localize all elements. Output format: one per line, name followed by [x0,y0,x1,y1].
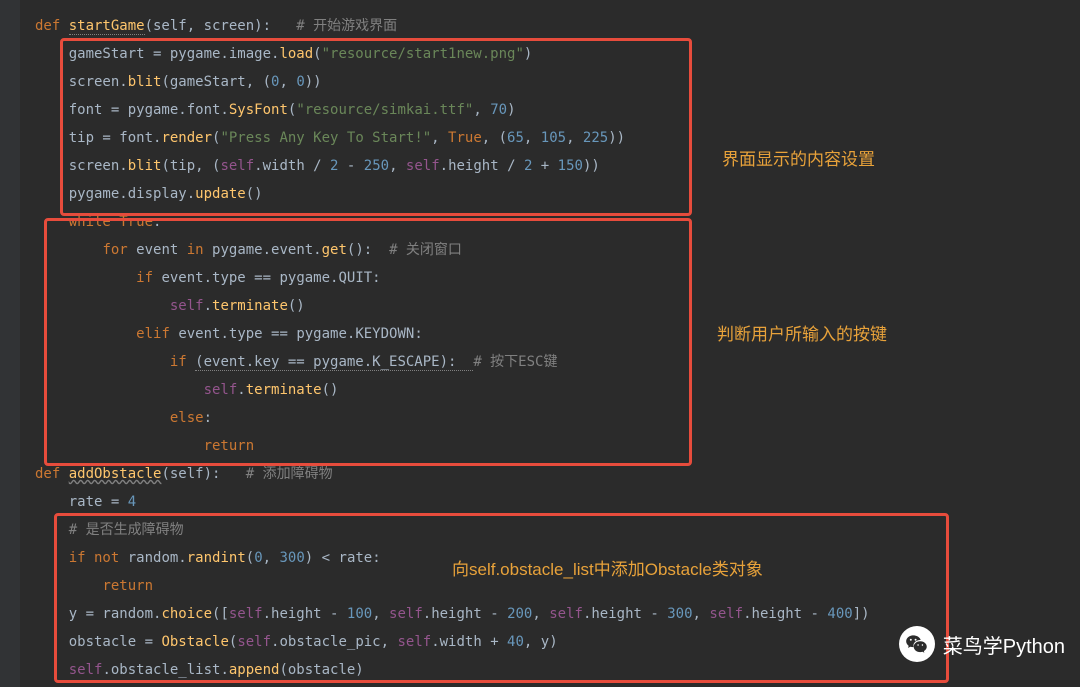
code-line: if event.type == pygame.QUIT: [35,264,870,292]
code-editor[interactable]: def startGame(self, screen): # 开始游戏界面 ga… [35,12,870,684]
code-line: screen.blit(gameStart, (0, 0)) [35,68,870,96]
code-line: self.obstacle_list.append(obstacle) [35,656,870,684]
code-line: for event in pygame.event.get(): # 关闭窗口 [35,236,870,264]
code-line: pygame.display.update() [35,180,870,208]
code-line: def addObstacle(self): # 添加障碍物 [35,460,870,488]
code-line: y = random.choice([self.height - 100, se… [35,600,870,628]
code-line: obstacle = Obstacle(self.obstacle_pic, s… [35,628,870,656]
annotation-user-input: 判断用户所输入的按键 [717,320,887,345]
code-line: self.terminate() [35,376,870,404]
watermark: 菜鸟学Python [899,626,1065,662]
annotation-obstacle-list: 向self.obstacle_list中添加Obstacle类对象 [452,555,763,580]
code-line: rate = 4 [35,488,870,516]
annotation-display-content: 界面显示的内容设置 [722,145,875,170]
code-line: def startGame(self, screen): # 开始游戏界面 [35,12,870,40]
watermark-text: 菜鸟学Python [943,630,1065,659]
line-gutter [0,0,20,687]
code-line: # 是否生成障碍物 [35,516,870,544]
wechat-icon [899,626,935,662]
code-line: if (event.key == pygame.K_ESCAPE): # 按下E… [35,348,870,376]
code-line: font = pygame.font.SysFont("resource/sim… [35,96,870,124]
code-line: gameStart = pygame.image.load("resource/… [35,40,870,68]
code-line: self.terminate() [35,292,870,320]
code-line: return [35,432,870,460]
code-line: while True: [35,208,870,236]
code-line: else: [35,404,870,432]
